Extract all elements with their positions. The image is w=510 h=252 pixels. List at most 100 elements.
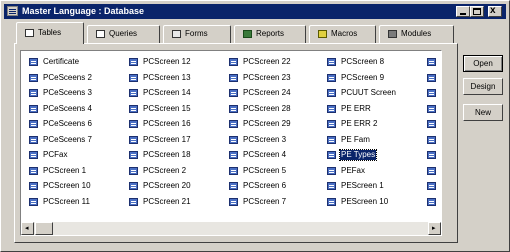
table-name: PCScreen 10 bbox=[43, 181, 91, 190]
list-item[interactable]: PCeSceens 2 bbox=[25, 71, 120, 87]
close-button[interactable]: x bbox=[488, 5, 502, 17]
table-icon bbox=[327, 197, 336, 206]
list-item[interactable]: PCeSceens 4 bbox=[25, 102, 120, 118]
list-item[interactable] bbox=[423, 133, 441, 149]
table-icon bbox=[229, 135, 238, 144]
list-item[interactable]: PCScreen 18 bbox=[125, 148, 220, 164]
scroll-left-button[interactable]: ◂ bbox=[21, 222, 34, 235]
list-item[interactable]: PCScreen 14 bbox=[125, 86, 220, 102]
title-bar[interactable]: Master Language : Database x bbox=[4, 4, 506, 19]
table-icon bbox=[327, 182, 336, 190]
list-item[interactable] bbox=[423, 71, 441, 87]
list-item[interactable]: PCScreen 20 bbox=[125, 179, 220, 195]
list-item[interactable] bbox=[423, 117, 441, 133]
list-item[interactable]: PCScreen 5 bbox=[225, 164, 320, 180]
list-item[interactable]: PE Types bbox=[323, 148, 418, 164]
tab-reports[interactable]: Reports bbox=[234, 25, 306, 43]
table-name: PCScreen 24 bbox=[243, 88, 291, 97]
table-name: PEScreen 10 bbox=[341, 196, 389, 206]
table-name: PCScreen 20 bbox=[143, 181, 191, 190]
scroll-right-button[interactable]: ▸ bbox=[428, 222, 441, 235]
table-name: PCScreen 18 bbox=[143, 150, 191, 159]
list-item[interactable]: PE Fam bbox=[323, 133, 418, 149]
list-item[interactable]: PEScreen 1 bbox=[323, 179, 418, 195]
tab-macros[interactable]: Macros bbox=[309, 25, 376, 43]
scroll-thumb[interactable] bbox=[35, 222, 53, 235]
list-item[interactable] bbox=[423, 164, 441, 180]
list-item[interactable] bbox=[423, 148, 441, 164]
table-name: PCScreen 22 bbox=[243, 57, 291, 66]
list-item[interactable]: PCScreen 10 bbox=[25, 179, 120, 195]
table-icon bbox=[29, 89, 38, 97]
list-item[interactable] bbox=[423, 55, 441, 71]
list-item[interactable]: PCUUT Screen bbox=[323, 86, 418, 102]
list-item[interactable]: PCScreen 2 bbox=[125, 164, 220, 180]
table-name: PCScreen 4 bbox=[243, 150, 287, 159]
table-icon bbox=[229, 58, 238, 66]
list-item[interactable] bbox=[423, 86, 441, 102]
list-item[interactable]: PCScreen 16 bbox=[125, 117, 220, 133]
list-item[interactable]: PCScreen 11 bbox=[25, 195, 120, 211]
list-item[interactable]: PE ERR bbox=[323, 102, 418, 118]
design-button[interactable]: Design bbox=[463, 78, 503, 95]
list-item[interactable]: PCScreen 13 bbox=[125, 71, 220, 87]
table-icon bbox=[129, 166, 138, 175]
list-item[interactable]: PCScreen 4 bbox=[225, 148, 320, 164]
list-item[interactable] bbox=[423, 102, 441, 118]
table-icon bbox=[229, 182, 238, 190]
list-item[interactable]: PCScreen 17 bbox=[125, 133, 220, 149]
table-name: PCScreen 23 bbox=[243, 72, 291, 82]
query-icon bbox=[96, 30, 105, 38]
list-item[interactable]: PCScreen 24 bbox=[225, 86, 320, 102]
list-item[interactable]: Certificate bbox=[25, 55, 120, 71]
list-item[interactable]: PCScreen 1 bbox=[25, 164, 120, 180]
table-name: PCScreen 11 bbox=[43, 196, 90, 206]
horizontal-scrollbar[interactable]: ◂ ▸ bbox=[21, 222, 441, 235]
list-item[interactable]: PCScreen 28 bbox=[225, 102, 320, 118]
table-name: PEFax bbox=[341, 165, 366, 175]
list-item[interactable]: PCScreen 21 bbox=[125, 195, 220, 211]
list-item[interactable]: PCFax bbox=[25, 148, 120, 164]
tab-tables[interactable]: Tables bbox=[16, 22, 84, 44]
list-item[interactable]: PCeSceens 6 bbox=[25, 117, 120, 133]
list-item[interactable]: PCScreen 15 bbox=[125, 102, 220, 118]
list-item[interactable]: PEScreen 10 bbox=[323, 195, 418, 211]
form-icon bbox=[172, 30, 181, 38]
table-name: PCeSceens 3 bbox=[43, 88, 92, 97]
minimize-button[interactable] bbox=[456, 6, 470, 17]
table-icon bbox=[129, 89, 138, 97]
list-item[interactable] bbox=[423, 195, 441, 211]
list-column: PCScreen 22 PCScreen 23 PCScreen 24 PCScree… bbox=[225, 55, 320, 210]
table-icon bbox=[327, 58, 336, 66]
table-icon bbox=[427, 73, 436, 82]
list-item[interactable]: PCScreen 9 bbox=[323, 71, 418, 87]
list-item[interactable]: PCScreen 12 bbox=[125, 55, 220, 71]
table-name: PEScreen 1 bbox=[341, 181, 384, 190]
list-item[interactable] bbox=[423, 179, 441, 195]
tab-forms[interactable]: Forms bbox=[163, 25, 231, 43]
open-button[interactable]: Open bbox=[463, 55, 503, 72]
table-icon bbox=[427, 58, 436, 66]
list-item[interactable]: PCScreen 23 bbox=[225, 71, 320, 87]
list-item[interactable]: PCScreen 3 bbox=[225, 133, 320, 149]
table-name: PE Fam bbox=[341, 134, 370, 144]
maximize-icon bbox=[473, 8, 481, 15]
table-icon bbox=[327, 151, 336, 159]
list-item[interactable]: PCScreen 7 bbox=[225, 195, 320, 211]
list-item[interactable]: PCScreen 6 bbox=[225, 179, 320, 195]
list-item[interactable]: PCeSceens 3 bbox=[25, 86, 120, 102]
module-icon bbox=[388, 30, 397, 38]
list-item[interactable]: PCeSceens 7 bbox=[25, 133, 120, 149]
table-name: PCFax bbox=[43, 150, 68, 159]
maximize-button[interactable] bbox=[470, 6, 484, 17]
list-item[interactable]: PEFax bbox=[323, 164, 418, 180]
list-item[interactable]: PCScreen 29 bbox=[225, 117, 320, 133]
list-item[interactable]: PCScreen 8 bbox=[323, 55, 418, 71]
table-list[interactable]: Certificate PCeSceens 2 PCeSceens 3 PCeScee… bbox=[20, 50, 442, 236]
list-item[interactable]: PCScreen 22 bbox=[225, 55, 320, 71]
new-button[interactable]: New bbox=[463, 104, 503, 121]
table-icon bbox=[129, 197, 138, 206]
list-item[interactable]: PE ERR 2 bbox=[323, 117, 418, 133]
tab-modules[interactable]: Modules bbox=[379, 25, 454, 43]
tab-queries[interactable]: Queries bbox=[87, 25, 160, 43]
